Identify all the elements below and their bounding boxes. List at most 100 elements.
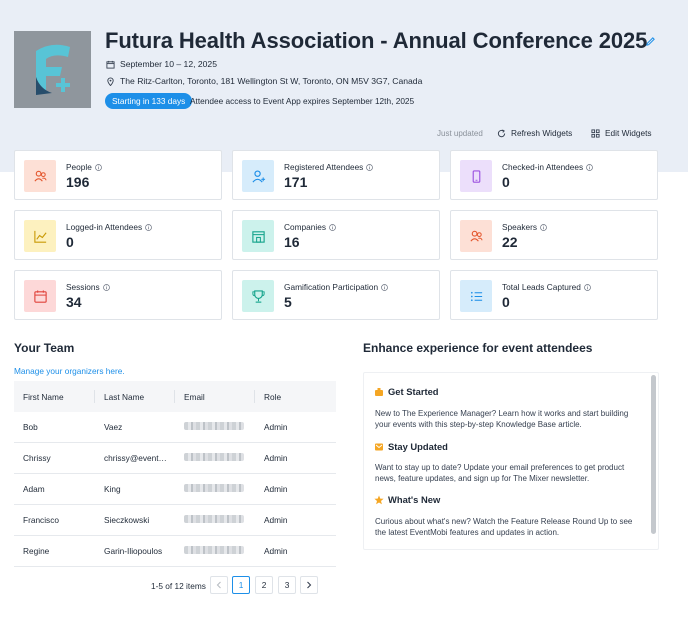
info-icon xyxy=(102,283,110,291)
column-divider xyxy=(94,390,95,403)
email-cell-redacted xyxy=(184,515,244,525)
role-cell: Admin xyxy=(264,422,288,432)
event-dates-text: September 10 – 12, 2025 xyxy=(120,59,217,69)
first-name-cell: Francisco xyxy=(23,515,59,525)
event-location-text: The Ritz-Carlton, Toronto, 181 Wellingto… xyxy=(120,76,423,86)
speaker-icon xyxy=(460,220,492,252)
last-name-cell: chrissy@event… xyxy=(104,453,167,463)
calendar-icon xyxy=(24,280,56,312)
email-cell-redacted xyxy=(184,422,244,432)
first-name-cell: Bob xyxy=(23,422,38,432)
people-icon xyxy=(24,160,56,192)
role-cell: Admin xyxy=(264,546,288,556)
team-section-title: Your Team xyxy=(14,341,75,355)
chevron-left-icon xyxy=(216,581,221,589)
event-title: Futura Health Association - Annual Confe… xyxy=(105,28,648,53)
edit-widgets-label: Edit Widgets xyxy=(605,128,652,138)
stay-updated-text: Want to stay up to date? Update your ema… xyxy=(375,463,625,483)
column-header-first-name[interactable]: First Name xyxy=(23,392,64,402)
info-icon xyxy=(586,163,594,171)
event-logo xyxy=(14,31,91,108)
refresh-widgets-label: Refresh Widgets xyxy=(511,128,573,138)
column-header-last-name[interactable]: Last Name xyxy=(104,392,144,402)
first-name-cell: Chrissy xyxy=(23,453,51,463)
chart-icon xyxy=(24,220,56,252)
whats-new-heading[interactable]: What's New xyxy=(374,494,440,505)
info-icon xyxy=(381,283,388,291)
countdown-badge: Starting in 133 days xyxy=(105,93,193,109)
widget-logged-in-attendees[interactable]: Logged-in Attendees 0 xyxy=(14,210,222,260)
pencil-icon[interactable] xyxy=(645,36,656,47)
page-button-3[interactable]: 3 xyxy=(278,576,296,594)
widget-value: 5 xyxy=(284,294,292,310)
edit-widgets-button[interactable]: Edit Widgets xyxy=(591,128,652,138)
widget-label: Sessions xyxy=(66,282,110,292)
widget-people[interactable]: People 196 xyxy=(14,150,222,200)
refresh-icon xyxy=(497,129,506,137)
table-row[interactable]: Francisco Sieczkowski Admin xyxy=(14,505,336,536)
info-icon xyxy=(366,163,374,171)
last-name-cell: Vaez xyxy=(104,422,123,432)
page-button-1[interactable]: 1 xyxy=(232,576,250,594)
widget-sessions[interactable]: Sessions 34 xyxy=(14,270,222,320)
event-location: The Ritz-Carlton, Toronto, 181 Wellingto… xyxy=(106,76,422,86)
previous-page-button[interactable] xyxy=(210,576,228,594)
widget-gamification-participation[interactable]: Gamification Participation 5 xyxy=(232,270,440,320)
refresh-widgets-button[interactable]: Refresh Widgets xyxy=(497,128,572,138)
get-started-heading[interactable]: Get Started xyxy=(374,386,439,397)
table-row[interactable]: Chrissy chrissy@event… Admin xyxy=(14,443,336,474)
widget-label: Logged-in Attendees xyxy=(66,222,152,232)
email-cell-redacted xyxy=(184,484,244,494)
role-cell: Admin xyxy=(264,484,288,494)
mobile-icon xyxy=(460,160,492,192)
widget-label: Speakers xyxy=(502,222,547,232)
table-row[interactable]: Adam King Admin xyxy=(14,474,336,505)
column-header-role[interactable]: Role xyxy=(264,392,281,402)
table-row[interactable]: Regine Garin-Iliopoulos Admin xyxy=(14,536,336,567)
info-icon xyxy=(95,163,102,171)
widget-label: Registered Attendees xyxy=(284,162,374,172)
column-header-email[interactable]: Email xyxy=(184,392,205,402)
widget-total-leads-captured[interactable]: Total Leads Captured 0 xyxy=(450,270,658,320)
last-name-cell: Garin-Iliopoulos xyxy=(104,546,163,556)
widget-value: 171 xyxy=(284,174,308,190)
event-header xyxy=(0,0,688,172)
next-page-button[interactable] xyxy=(300,576,318,594)
widget-value: 16 xyxy=(284,234,300,250)
stay-updated-heading[interactable]: Stay Updated xyxy=(374,441,448,452)
enhance-scrollbar[interactable] xyxy=(651,375,656,534)
widget-value: 0 xyxy=(502,174,510,190)
access-note: Attendee access to Event App expires Sep… xyxy=(190,96,415,106)
pagination-summary: 1-5 of 12 items xyxy=(151,581,206,591)
email-cell-redacted xyxy=(184,546,244,556)
widget-value: 196 xyxy=(66,174,90,190)
widget-speakers[interactable]: Speakers 22 xyxy=(450,210,658,260)
enhance-section-title: Enhance experience for event attendees xyxy=(363,341,593,355)
widget-value: 0 xyxy=(502,294,510,310)
widget-checked-in-attendees[interactable]: Checked-in Attendees 0 xyxy=(450,150,658,200)
page-button-2[interactable]: 2 xyxy=(255,576,273,594)
widget-registered-attendees[interactable]: Registered Attendees 171 xyxy=(232,150,440,200)
widget-label: Companies xyxy=(284,222,336,232)
widget-label: Total Leads Captured xyxy=(502,282,591,292)
table-row[interactable]: Bob Vaez Admin xyxy=(14,412,336,443)
team-table: First Name Last Name Email Role Bob Vaez… xyxy=(14,381,336,567)
role-cell: Admin xyxy=(264,453,288,463)
rocket-icon xyxy=(375,387,383,396)
column-divider xyxy=(254,390,255,403)
mail-icon xyxy=(375,443,383,450)
first-name-cell: Adam xyxy=(23,484,45,494)
widget-value: 0 xyxy=(66,234,74,250)
widget-value: 22 xyxy=(502,234,518,250)
last-name-cell: Sieczkowski xyxy=(104,515,150,525)
grid-icon xyxy=(591,128,600,138)
first-name-cell: Regine xyxy=(23,546,50,556)
email-cell-redacted xyxy=(184,453,244,463)
info-icon xyxy=(540,223,547,231)
manage-organizers-link[interactable]: Manage your organizers here. xyxy=(14,366,125,376)
role-cell: Admin xyxy=(264,515,288,525)
widget-label: Checked-in Attendees xyxy=(502,162,594,172)
widget-companies[interactable]: Companies 16 xyxy=(232,210,440,260)
widget-label: People xyxy=(66,162,102,172)
user-add-icon xyxy=(242,160,274,192)
